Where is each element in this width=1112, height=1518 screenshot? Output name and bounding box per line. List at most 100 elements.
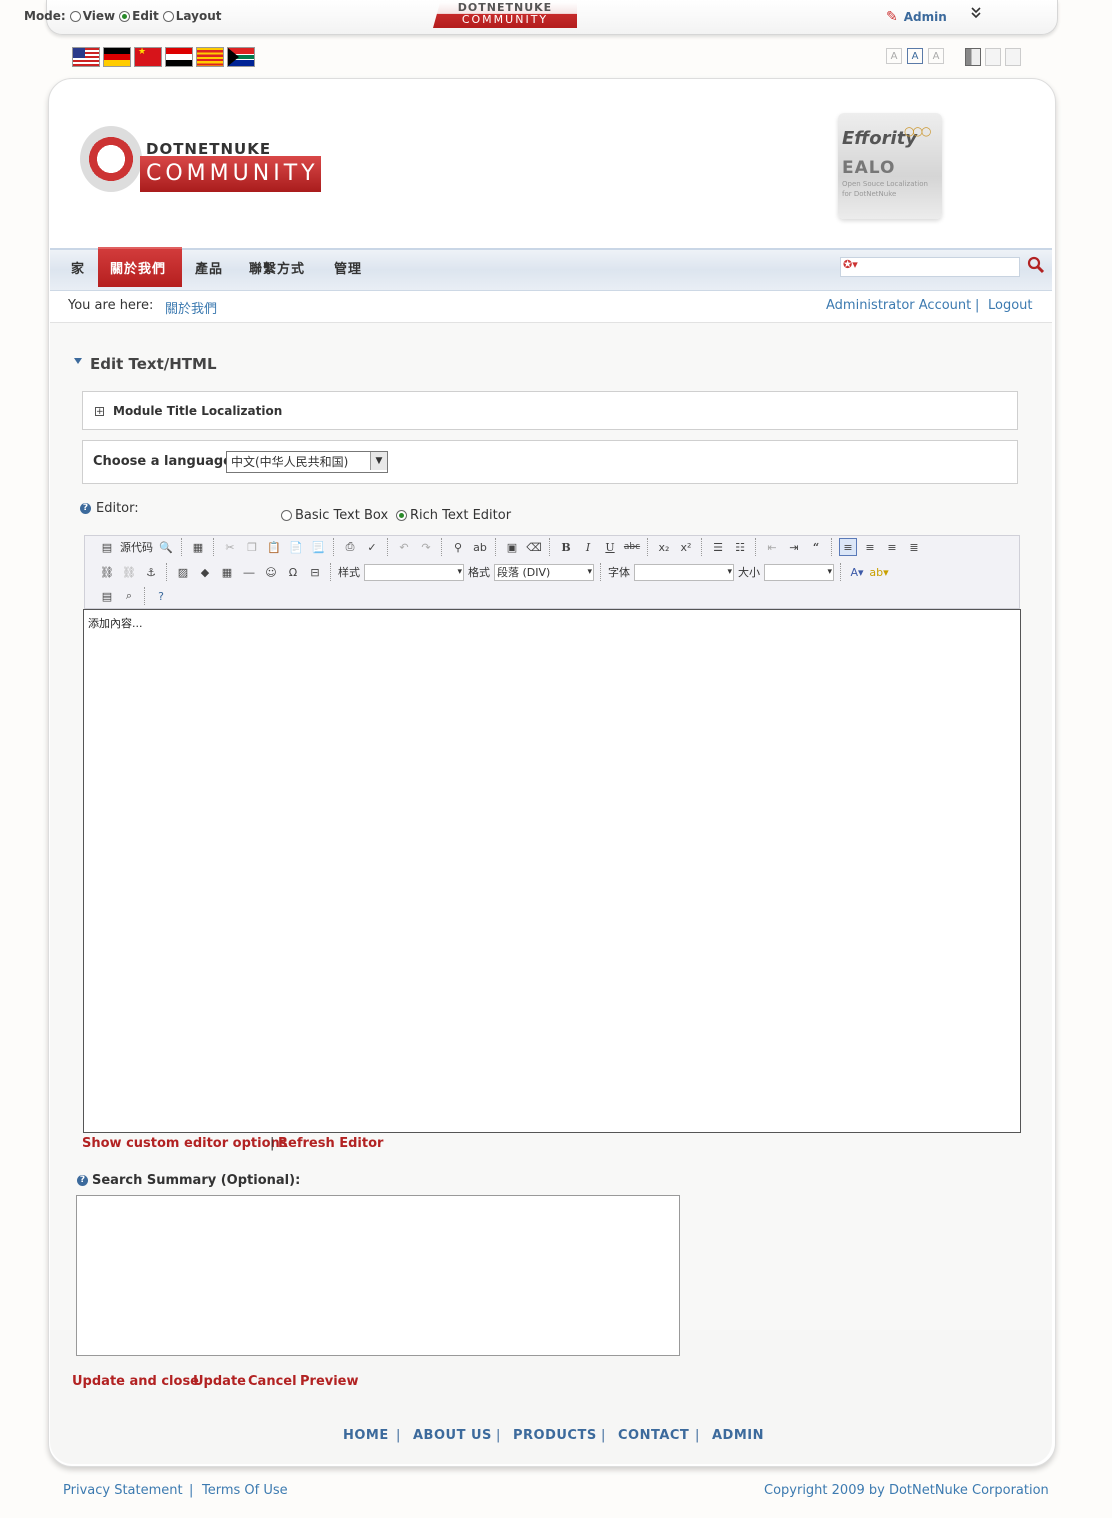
- collapse-icon[interactable]: [970, 6, 982, 23]
- source-icon[interactable]: ▤: [98, 538, 116, 556]
- update-link[interactable]: Update: [193, 1374, 246, 1389]
- account-link[interactable]: Administrator Account: [826, 298, 971, 313]
- outdent-icon[interactable]: ⇤: [763, 538, 781, 556]
- nav-item-about[interactable]: 關於我們: [110, 258, 166, 277]
- flash-icon[interactable]: ◆: [196, 563, 214, 581]
- paste-icon[interactable]: 📋: [265, 538, 283, 556]
- fixed-width-button[interactable]: [965, 48, 981, 66]
- cancel-link[interactable]: Cancel: [248, 1374, 297, 1389]
- medium-width-button[interactable]: [985, 48, 1001, 66]
- footer-link-contact[interactable]: CONTACT: [618, 1428, 689, 1443]
- terms-link[interactable]: Terms Of Use: [202, 1483, 288, 1498]
- align-left-icon[interactable]: ≡: [839, 538, 857, 556]
- mode-layout-option[interactable]: Layout: [162, 9, 222, 23]
- font-select[interactable]: [634, 563, 734, 581]
- footer-link-home[interactable]: HOME: [343, 1428, 389, 1443]
- superscript-icon[interactable]: x²: [677, 538, 695, 556]
- rich-text-radio[interactable]: [396, 510, 407, 521]
- refresh-editor-link[interactable]: Refresh Editor: [278, 1136, 383, 1151]
- nav-item-admin[interactable]: 管理: [334, 258, 362, 277]
- source-label[interactable]: 源代码: [120, 539, 153, 555]
- link-icon[interactable]: ⛓: [98, 563, 116, 581]
- flag-za-icon[interactable]: [227, 47, 255, 67]
- language-select[interactable]: 中文(中华人民共和国): [226, 451, 388, 473]
- help-icon[interactable]: ?: [80, 503, 91, 514]
- table-icon[interactable]: ▦: [218, 563, 236, 581]
- bold-icon[interactable]: B: [557, 538, 575, 556]
- subscript-icon[interactable]: x₂: [655, 538, 673, 556]
- numbered-list-icon[interactable]: ☰: [709, 538, 727, 556]
- nav-item-home[interactable]: 家: [71, 258, 85, 277]
- admin-menu-button[interactable]: ✎ Admin: [886, 9, 947, 25]
- module-collapse-icon[interactable]: [74, 358, 82, 364]
- text-size-large-button[interactable]: A: [928, 48, 944, 64]
- nav-item-contact[interactable]: 聯繫方式: [249, 258, 305, 277]
- style-select[interactable]: [364, 563, 464, 581]
- align-center-icon[interactable]: ≡: [861, 538, 879, 556]
- text-size-small-button[interactable]: A: [886, 48, 902, 64]
- underline-icon[interactable]: U: [601, 538, 619, 556]
- rich-text-editor[interactable]: [83, 609, 1021, 1133]
- align-right-icon[interactable]: ≡: [883, 538, 901, 556]
- expand-plus-icon[interactable]: +: [95, 407, 104, 417]
- editor-content[interactable]: 添加內容...: [88, 615, 143, 631]
- footer-link-products[interactable]: PRODUCTS: [513, 1428, 597, 1443]
- editor-basic-option[interactable]: Basic Text Box: [281, 508, 388, 523]
- image-icon[interactable]: ▨: [174, 563, 192, 581]
- unlink-icon[interactable]: ⛓: [120, 563, 138, 581]
- replace-icon[interactable]: ab: [471, 538, 489, 556]
- localization-title[interactable]: Module Title Localization: [113, 404, 282, 418]
- maximize-icon[interactable]: ⌕: [120, 587, 138, 605]
- help-icon[interactable]: ?: [77, 1175, 88, 1186]
- show-custom-options-link[interactable]: Show custom editor options: [82, 1136, 288, 1151]
- strikethrough-icon[interactable]: abc: [623, 538, 641, 556]
- copy-icon[interactable]: ❐: [243, 538, 261, 556]
- breadcrumb-current[interactable]: 關於我們: [165, 298, 217, 317]
- chevron-down-icon[interactable]: ▼: [370, 452, 387, 470]
- format-select[interactable]: 段落 (DIV): [494, 563, 594, 581]
- footer-link-about[interactable]: ABOUT US: [413, 1428, 492, 1443]
- preview-icon[interactable]: 🔍: [157, 538, 175, 556]
- search-scope-icon[interactable]: ✪▾: [843, 258, 858, 271]
- flag-de-icon[interactable]: [103, 47, 131, 67]
- redo-icon[interactable]: ↷: [417, 538, 435, 556]
- paste-text-icon[interactable]: 📄: [287, 538, 305, 556]
- horizontal-rule-icon[interactable]: ―: [240, 563, 258, 581]
- bulleted-list-icon[interactable]: ☷: [731, 538, 749, 556]
- nav-item-products[interactable]: 產品: [195, 258, 223, 277]
- flag-cn-icon[interactable]: [134, 47, 162, 67]
- undo-icon[interactable]: ↶: [395, 538, 413, 556]
- page-break-icon[interactable]: ⊟: [306, 563, 324, 581]
- remove-format-icon[interactable]: ⌫: [525, 538, 543, 556]
- special-char-icon[interactable]: Ω: [284, 563, 302, 581]
- mode-edit-radio[interactable]: [119, 10, 131, 22]
- privacy-link[interactable]: Privacy Statement: [63, 1483, 183, 1498]
- mode-layout-radio[interactable]: [162, 10, 174, 22]
- search-summary-textarea[interactable]: [76, 1195, 680, 1356]
- mode-view-radio[interactable]: [69, 10, 81, 22]
- basic-text-radio[interactable]: [281, 510, 292, 521]
- size-select[interactable]: [764, 563, 834, 581]
- footer-link-admin[interactable]: ADMIN: [712, 1428, 764, 1443]
- flag-eg-icon[interactable]: [165, 47, 193, 67]
- about-icon[interactable]: ?: [152, 587, 170, 605]
- show-blocks-icon[interactable]: ▤: [98, 587, 116, 605]
- italic-icon[interactable]: I: [579, 538, 597, 556]
- mode-edit-option[interactable]: Edit: [119, 9, 159, 23]
- background-color-icon[interactable]: ab▾: [869, 563, 888, 581]
- text-size-medium-button[interactable]: A: [907, 48, 923, 64]
- full-width-button[interactable]: [1005, 48, 1021, 66]
- flag-catalan-icon[interactable]: [196, 47, 224, 67]
- smiley-icon[interactable]: ☺: [262, 563, 280, 581]
- editor-rich-option[interactable]: Rich Text Editor: [396, 508, 511, 523]
- indent-icon[interactable]: ⇥: [785, 538, 803, 556]
- update-and-close-link[interactable]: Update and close: [72, 1374, 199, 1389]
- site-logo-bottom[interactable]: COMMUNITY: [140, 156, 321, 192]
- preview-link[interactable]: Preview: [300, 1374, 359, 1389]
- text-color-icon[interactable]: A▾: [848, 563, 866, 581]
- mode-view-option[interactable]: View: [69, 9, 115, 23]
- anchor-icon[interactable]: ⚓: [142, 563, 160, 581]
- align-justify-icon[interactable]: ≣: [905, 538, 923, 556]
- paste-word-icon[interactable]: 📃: [309, 538, 327, 556]
- blockquote-icon[interactable]: “: [807, 538, 825, 556]
